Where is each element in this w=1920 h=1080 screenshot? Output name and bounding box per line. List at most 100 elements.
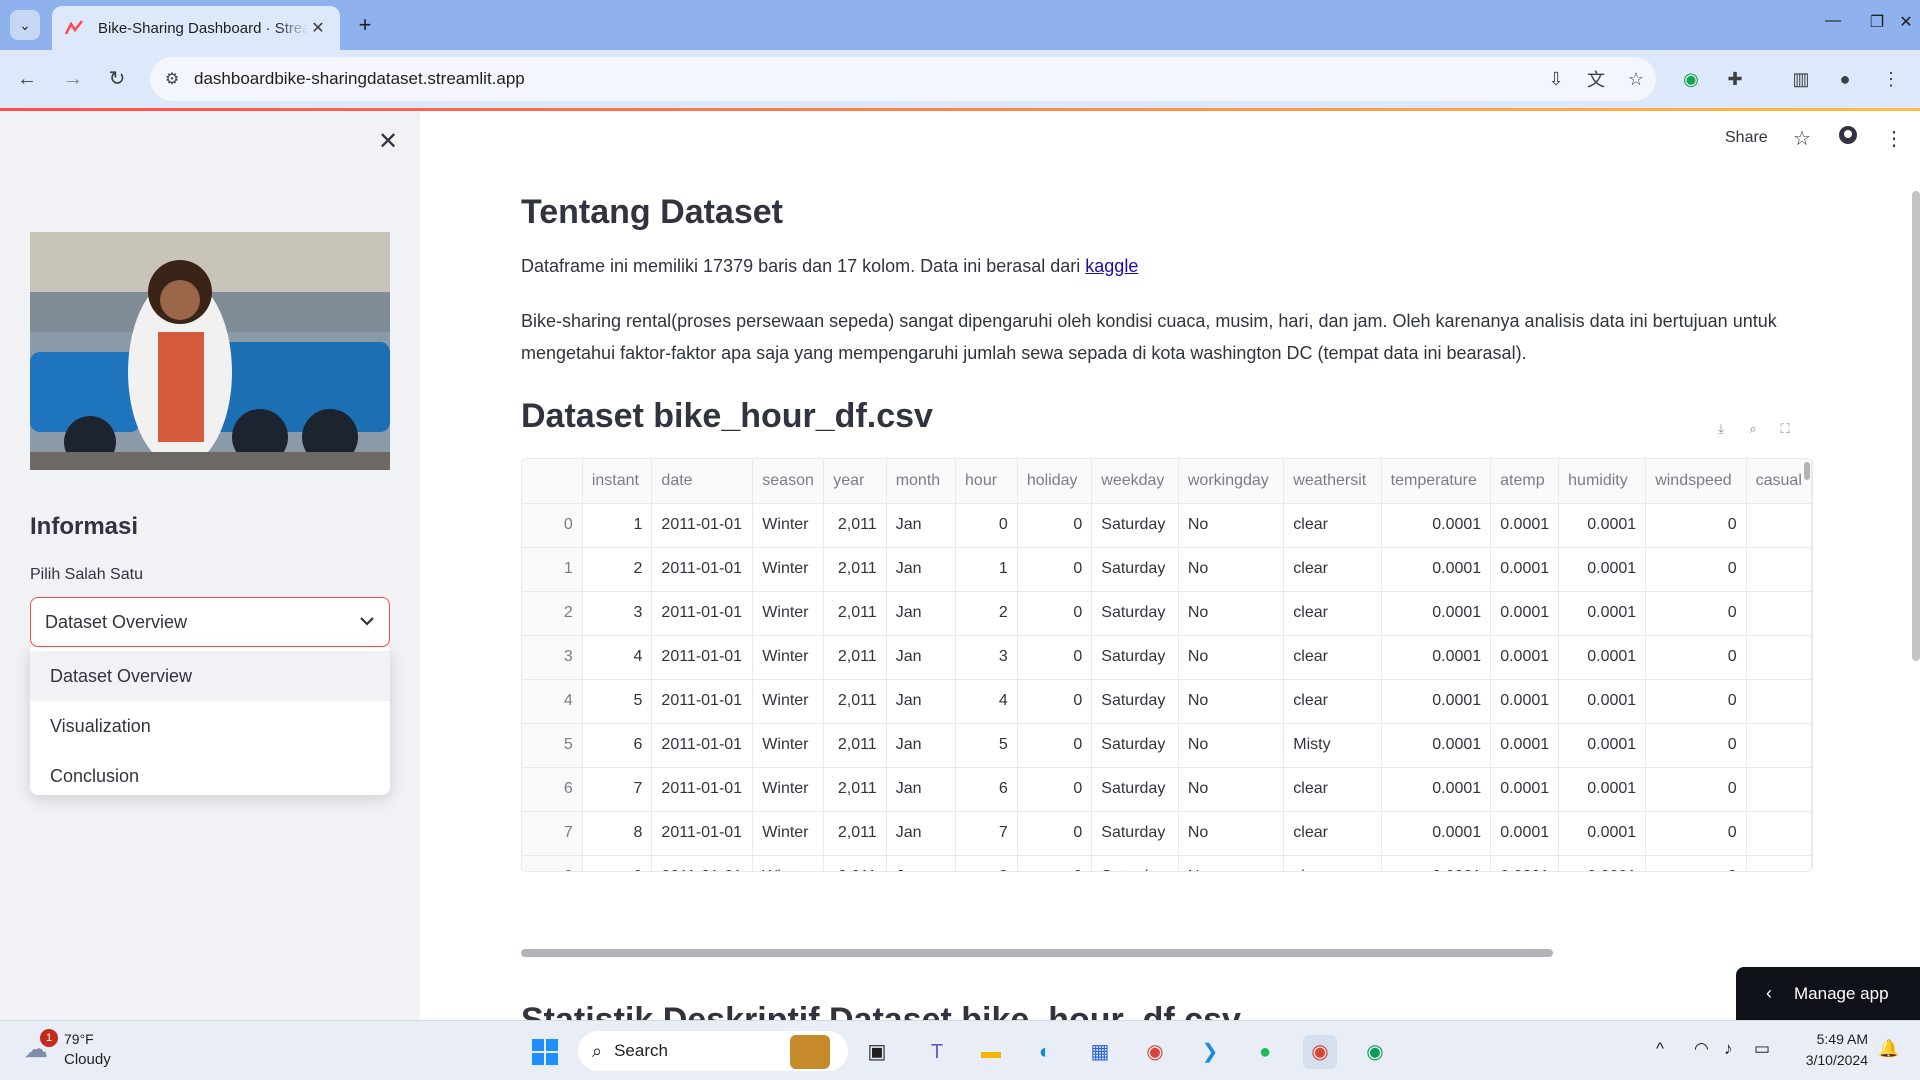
table-cell[interactable] <box>1746 811 1812 856</box>
table-cell[interactable]: 0 <box>1017 855 1093 871</box>
table-cell[interactable]: 0.0001 <box>1558 723 1647 768</box>
forward-icon[interactable]: → <box>58 64 88 94</box>
table-cell[interactable]: Jan <box>886 591 957 636</box>
table-cell[interactable]: 0.0001 <box>1490 767 1560 812</box>
clock-time[interactable]: 5:49 AM <box>1800 1031 1868 1047</box>
column-header[interactable]: year <box>823 459 887 504</box>
table-cell[interactable]: Winter <box>752 811 825 856</box>
column-header[interactable]: workingday <box>1178 459 1285 504</box>
teams-icon[interactable]: T <box>920 1035 954 1069</box>
table-cell[interactable]: Jan <box>886 767 957 812</box>
table-cell[interactable]: 2011-01-01 <box>651 635 754 680</box>
chrome-active-icon[interactable]: ◉ <box>1303 1035 1337 1069</box>
table-cell[interactable]: Winter <box>752 635 825 680</box>
vscode-icon[interactable]: ❯ <box>1193 1035 1227 1069</box>
table-cell[interactable]: 0.0001 <box>1490 503 1560 548</box>
table-cell[interactable]: 0.0001 <box>1381 591 1492 636</box>
table-cell[interactable]: 2011-01-01 <box>651 679 754 724</box>
column-header[interactable] <box>522 459 583 504</box>
table-cell[interactable]: 8 <box>955 855 1018 871</box>
table-cell[interactable]: Saturday <box>1091 547 1179 592</box>
option-dataset-overview[interactable]: Dataset Overview <box>30 651 390 701</box>
close-sidebar-icon[interactable]: ✕ <box>378 127 398 156</box>
table-cell[interactable]: 0.0001 <box>1381 723 1492 768</box>
table-cell[interactable]: Saturday <box>1091 591 1179 636</box>
table-cell[interactable]: 2,011 <box>823 723 887 768</box>
table-cell[interactable]: 7 <box>955 811 1018 856</box>
table-cell[interactable]: 2,011 <box>823 547 887 592</box>
chrome-profile-icon[interactable]: ◉ <box>1358 1035 1392 1069</box>
table-cell[interactable]: Saturday <box>1091 767 1179 812</box>
table-cell[interactable]: 0.0001 <box>1381 855 1492 871</box>
table-cell[interactable]: 0.0001 <box>1558 855 1647 871</box>
table-cell[interactable]: 0.0001 <box>1558 591 1647 636</box>
table-row[interactable]: 892011-01-01Winter2,011Jan80SaturdayNocl… <box>522 855 1812 871</box>
table-cell[interactable]: 0.0001 <box>1558 679 1647 724</box>
table-cell[interactable]: 0 <box>1017 811 1093 856</box>
wifi-icon[interactable]: ◠ <box>1694 1039 1709 1059</box>
table-cell[interactable]: 2011-01-01 <box>651 767 754 812</box>
address-bar[interactable]: ⚙ dashboardbike-sharingdataset.streamlit… <box>150 57 1656 101</box>
fullscreen-icon[interactable]: ⛶ <box>1774 421 1796 437</box>
spotify-icon[interactable]: ● <box>1248 1035 1282 1069</box>
translate-icon[interactable]: 文 <box>1576 66 1616 92</box>
table-vertical-scrollbar[interactable] <box>1804 462 1810 480</box>
table-cell[interactable]: 9 <box>582 855 653 871</box>
table-cell[interactable]: Winter <box>752 855 825 871</box>
table-cell[interactable] <box>1746 503 1812 548</box>
table-cell[interactable]: 5 <box>582 679 653 724</box>
table-cell[interactable]: 0.0001 <box>1558 547 1647 592</box>
table-cell[interactable]: 0.0001 <box>1558 767 1647 812</box>
table-cell[interactable]: Jan <box>886 855 957 871</box>
battery-icon[interactable]: ▭ <box>1754 1039 1770 1059</box>
file-explorer-icon[interactable]: ▬ <box>974 1035 1008 1069</box>
table-cell[interactable]: 2,011 <box>823 503 887 548</box>
column-header[interactable]: windspeed <box>1645 459 1747 504</box>
table-cell[interactable]: 0 <box>1645 855 1747 871</box>
table-cell[interactable]: Saturday <box>1091 679 1179 724</box>
table-cell[interactable]: 3 <box>955 635 1018 680</box>
table-cell[interactable]: 2011-01-01 <box>651 723 754 768</box>
table-cell[interactable]: 0 <box>1017 635 1093 680</box>
main-menu-icon[interactable]: ⋮ <box>1880 125 1908 153</box>
extensions-puzzle-icon[interactable]: ✚ <box>1720 64 1750 94</box>
search-icon[interactable]: ⌕ <box>1742 421 1764 437</box>
grammarly-extension-icon[interactable]: ◉ <box>1676 64 1706 94</box>
weather-temperature[interactable]: 79°F <box>64 1031 94 1047</box>
table-cell[interactable]: Saturday <box>1091 811 1179 856</box>
kaggle-link[interactable]: kaggle <box>1085 256 1138 276</box>
selectbox-value[interactable]: Dataset Overview <box>45 612 359 633</box>
table-cell[interactable]: 6 <box>582 723 653 768</box>
table-cell[interactable]: Saturday <box>1091 855 1179 871</box>
table-cell[interactable]: 1 <box>955 547 1018 592</box>
table-cell[interactable]: 0.0001 <box>1490 811 1560 856</box>
notification-bell-icon[interactable]: 🔔 <box>1878 1039 1899 1059</box>
table-row[interactable]: 2 3 2011-01-01 Winter 2,011 Jan 2 0 Saturday No cl… <box>522 591 1812 636</box>
table-cell[interactable]: Winter <box>752 767 825 812</box>
page-scrollbar[interactable] <box>1912 191 1920 661</box>
install-app-icon[interactable]: ⇩ <box>1536 69 1576 90</box>
table-cell[interactable]: 7 <box>582 767 653 812</box>
chevron-up-icon[interactable]: ^ <box>1656 1039 1664 1059</box>
table-cell[interactable]: 4 <box>582 635 653 680</box>
table-cell[interactable]: clear <box>1283 855 1382 871</box>
table-cell[interactable]: Jan <box>886 503 957 548</box>
table-cell[interactable]: Saturday <box>1091 635 1179 680</box>
table-cell[interactable]: No <box>1178 767 1285 812</box>
table-cell[interactable]: 2011-01-01 <box>651 503 754 548</box>
table-cell[interactable]: 2,011 <box>823 635 887 680</box>
option-conclusion[interactable]: Conclusion <box>30 751 390 801</box>
table-cell[interactable]: 2,011 <box>823 855 887 871</box>
table-cell[interactable] <box>1746 547 1812 592</box>
table-cell[interactable]: 0 <box>1017 503 1093 548</box>
column-header[interactable]: atemp <box>1490 459 1560 504</box>
bookmark-star-icon[interactable]: ☆ <box>1616 69 1656 90</box>
table-horizontal-scrollbar[interactable] <box>521 949 1553 957</box>
table-cell[interactable]: clear <box>1283 679 1382 724</box>
minimize-button[interactable]: — <box>1818 12 1848 30</box>
table-cell[interactable]: 0 <box>1017 679 1093 724</box>
table-row[interactable]: 1 2 2011-01-01 Winter 2,011 Jan 1 0 Saturday No cl… <box>522 547 1812 592</box>
table-cell[interactable]: 0.0001 <box>1381 547 1492 592</box>
table-cell[interactable]: 0 <box>1645 547 1747 592</box>
table-cell[interactable]: 0.0001 <box>1558 811 1647 856</box>
